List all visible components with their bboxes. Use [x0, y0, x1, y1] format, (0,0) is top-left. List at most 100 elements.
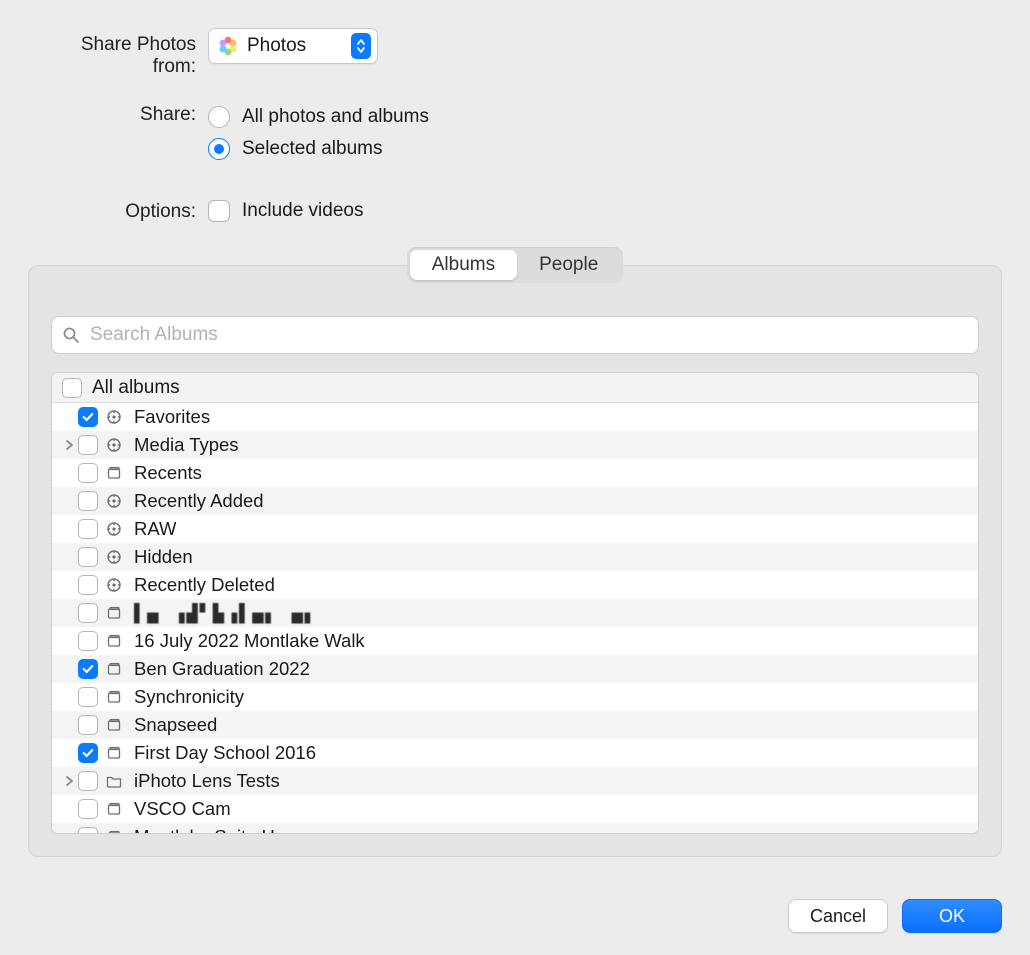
albums-panel: All albums Favorites Media Types Recents Re…: [28, 265, 1002, 857]
album-row[interactable]: Recents: [52, 459, 978, 487]
album-name: Favorites: [134, 406, 210, 428]
album-name: RAW: [134, 518, 176, 540]
album-name: iPhoto Lens Tests: [134, 770, 280, 792]
album-name: 16 July 2022 Montlake Walk: [134, 630, 365, 652]
album-row[interactable]: Montlake Spite House: [52, 823, 978, 833]
options-label: Options:: [36, 195, 208, 223]
album-name: Snapseed: [134, 714, 217, 736]
checkbox-icon[interactable]: [78, 715, 98, 735]
search-field[interactable]: [51, 316, 979, 354]
checkbox-icon[interactable]: [78, 687, 98, 707]
checkbox-icon[interactable]: [78, 547, 98, 567]
include-videos-label: Include videos: [242, 200, 363, 222]
album-icon: [104, 603, 124, 623]
photos-app-icon: [217, 35, 239, 57]
checkbox-icon[interactable]: [78, 519, 98, 539]
album-icon: [104, 687, 124, 707]
album-row[interactable]: Hidden: [52, 543, 978, 571]
album-name: Ben Graduation 2022: [134, 658, 310, 680]
checkbox-icon[interactable]: [78, 435, 98, 455]
share-label: Share:: [36, 98, 208, 126]
album-icon: [104, 827, 124, 833]
album-name: Recently Deleted: [134, 574, 275, 596]
share-mode-row: Share: All photos and albums Selected al…: [36, 98, 1002, 165]
tab-bar: Albums People: [0, 247, 1030, 283]
album-row[interactable]: iPhoto Lens Tests: [52, 767, 978, 795]
include-videos-option[interactable]: Include videos: [208, 195, 363, 227]
album-icon: [104, 463, 124, 483]
tab-albums[interactable]: Albums: [410, 250, 517, 280]
checkbox-icon[interactable]: [78, 631, 98, 651]
tab-people[interactable]: People: [517, 250, 620, 280]
search-input[interactable]: [88, 323, 968, 347]
album-row[interactable]: VSCO Cam: [52, 795, 978, 823]
ok-button[interactable]: OK: [902, 899, 1002, 933]
album-row[interactable]: ▌▄ ▗▟▘▙▗▌▄▖ ▄▖: [52, 599, 978, 627]
radio-icon: [208, 138, 230, 160]
share-from-row: Share Photos from: Photos: [36, 28, 1002, 78]
smart-album-icon: [104, 547, 124, 567]
album-row[interactable]: Media Types: [52, 431, 978, 459]
album-row[interactable]: Snapseed: [52, 711, 978, 739]
checkbox-icon: [208, 200, 230, 222]
checkbox-icon[interactable]: [78, 799, 98, 819]
radio-icon: [208, 106, 230, 128]
share-mode-all-label: All photos and albums: [242, 106, 429, 128]
checkbox-icon[interactable]: [78, 575, 98, 595]
segmented-control: Albums People: [407, 247, 624, 283]
smart-album-icon: [104, 435, 124, 455]
source-app-popup[interactable]: Photos: [208, 28, 378, 64]
folder-icon: [104, 771, 124, 791]
source-app-name: Photos: [247, 35, 343, 57]
smart-album-icon: [104, 491, 124, 511]
album-name: VSCO Cam: [134, 798, 231, 820]
album-list: All albums Favorites Media Types Recents Re…: [51, 372, 979, 834]
share-from-label: Share Photos from:: [36, 28, 208, 78]
album-row[interactable]: 16 July 2022 Montlake Walk: [52, 627, 978, 655]
share-mode-group: All photos and albums Selected albums: [208, 98, 429, 165]
checkbox-icon[interactable]: [78, 659, 98, 679]
album-icon: [104, 659, 124, 679]
checkbox-icon[interactable]: [78, 603, 98, 623]
album-icon: [104, 715, 124, 735]
album-row[interactable]: Ben Graduation 2022: [52, 655, 978, 683]
list-body[interactable]: Favorites Media Types Recents Recently Adde…: [52, 403, 978, 833]
checkbox-icon[interactable]: [78, 463, 98, 483]
album-name: Synchronicity: [134, 686, 244, 708]
checkbox-icon[interactable]: [78, 407, 98, 427]
album-row[interactable]: Recently Deleted: [52, 571, 978, 599]
album-row[interactable]: Synchronicity: [52, 683, 978, 711]
album-name: First Day School 2016: [134, 742, 316, 764]
share-photos-dialog: Share Photos from: Photos: [0, 0, 1030, 955]
list-header[interactable]: All albums: [52, 373, 978, 403]
album-name: Media Types: [134, 434, 239, 456]
album-icon: [104, 631, 124, 651]
disclosure-chevron-icon[interactable]: [60, 439, 78, 451]
share-mode-all[interactable]: All photos and albums: [208, 101, 429, 133]
share-mode-selected[interactable]: Selected albums: [208, 133, 429, 165]
search-icon: [62, 326, 80, 344]
dialog-footer: Cancel OK: [788, 899, 1002, 933]
album-row[interactable]: RAW: [52, 515, 978, 543]
smart-album-icon: [104, 407, 124, 427]
checkbox-icon[interactable]: [78, 827, 98, 833]
album-name: Recently Added: [134, 490, 264, 512]
popup-stepper-icon: [351, 33, 371, 59]
album-name: Hidden: [134, 546, 193, 568]
checkbox-icon[interactable]: [78, 491, 98, 511]
album-name: ▌▄ ▗▟▘▙▗▌▄▖ ▄▖: [134, 603, 318, 624]
album-row[interactable]: Favorites: [52, 403, 978, 431]
form-area: Share Photos from: Photos: [0, 0, 1030, 227]
checkbox-icon[interactable]: [78, 743, 98, 763]
share-mode-selected-label: Selected albums: [242, 138, 382, 160]
list-header-label: All albums: [92, 377, 180, 399]
disclosure-chevron-icon[interactable]: [60, 775, 78, 787]
checkbox-icon[interactable]: [78, 771, 98, 791]
cancel-button[interactable]: Cancel: [788, 899, 888, 933]
album-icon: [104, 799, 124, 819]
album-name: Recents: [134, 462, 202, 484]
album-row[interactable]: First Day School 2016: [52, 739, 978, 767]
album-name: Montlake Spite House: [134, 826, 315, 833]
album-row[interactable]: Recently Added: [52, 487, 978, 515]
album-icon: [104, 743, 124, 763]
